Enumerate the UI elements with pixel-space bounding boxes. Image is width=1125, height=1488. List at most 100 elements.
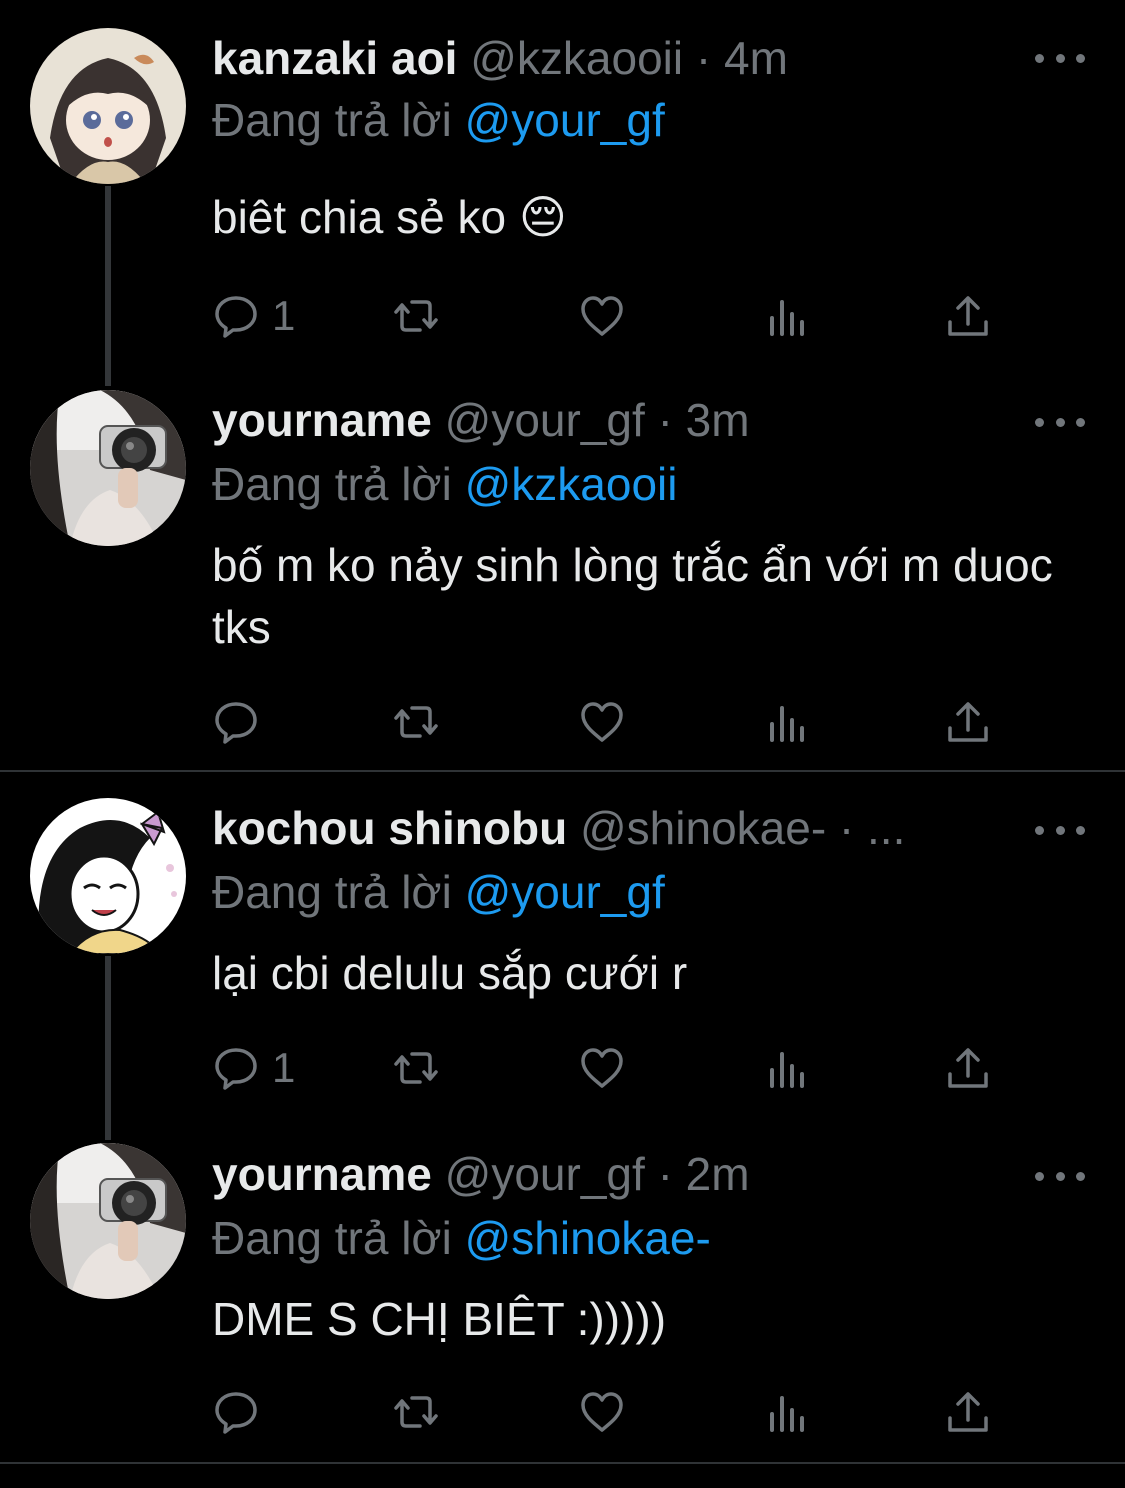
timestamp[interactable]: ... — [867, 802, 905, 854]
heart-icon — [581, 702, 623, 742]
more-dot — [1055, 1171, 1065, 1181]
replying-to-handle-link[interactable]: @your_gf — [465, 94, 665, 146]
share-button[interactable] — [944, 286, 992, 346]
tweet-text: lại cbi delulu sắp cưới r — [212, 947, 688, 999]
like-button[interactable] — [578, 1382, 626, 1442]
user-handle[interactable]: @kzkaooii — [470, 32, 683, 84]
speech-bubble-icon — [215, 296, 257, 338]
avatar-anime-butterfly-girl-icon — [30, 798, 186, 954]
display-name[interactable]: yourname — [212, 1148, 432, 1200]
tweet-actions: 1 — [212, 286, 1012, 346]
retweet-icon — [394, 706, 438, 738]
tweet-text: DME S CHỊ BIÊT :))))) — [212, 1293, 667, 1345]
avatar[interactable] — [30, 28, 186, 184]
like-button[interactable] — [578, 692, 626, 752]
share-upload-icon — [948, 1048, 988, 1088]
views-button[interactable] — [762, 286, 810, 346]
more-dot — [1076, 53, 1085, 63]
views-button[interactable] — [762, 1038, 810, 1098]
share-button[interactable] — [944, 692, 992, 752]
replying-to-handle-link[interactable]: @your_gf — [465, 866, 665, 918]
more-dot — [1035, 417, 1044, 427]
views-button[interactable] — [762, 692, 810, 752]
speech-bubble-icon — [215, 702, 257, 744]
timestamp[interactable]: 3m — [686, 394, 750, 446]
heart-icon — [581, 1392, 623, 1432]
retweet-button[interactable] — [392, 286, 440, 346]
avatar[interactable] — [30, 1143, 186, 1299]
retweet-icon — [394, 300, 438, 332]
more-dot — [1035, 1171, 1044, 1181]
tweet-header: kochou shinobu @shinokae- · ... — [212, 798, 975, 858]
reply-button[interactable]: 1 — [212, 286, 295, 346]
tweet-actions — [212, 1382, 1012, 1442]
replying-to-label: Đang trả lời — [212, 1212, 452, 1264]
more-dot — [1055, 417, 1065, 427]
avatar[interactable] — [30, 390, 186, 546]
reply-count: 1 — [272, 292, 296, 339]
share-button[interactable] — [944, 1382, 992, 1442]
replying-to-label: Đang trả lời — [212, 94, 452, 146]
replying-to: Đang trả lời @shinokae- — [212, 1208, 711, 1268]
speech-bubble-icon — [215, 1392, 257, 1434]
bar-chart-icon — [770, 300, 804, 336]
heart-icon — [581, 296, 623, 336]
avatar[interactable] — [30, 798, 186, 954]
share-upload-icon — [948, 702, 988, 742]
reply-button[interactable]: 1 — [212, 1038, 295, 1098]
display-name[interactable]: kochou shinobu — [212, 802, 567, 854]
replying-to-handle-link[interactable]: @shinokae- — [465, 1212, 711, 1264]
reply-button[interactable] — [212, 1382, 272, 1442]
thread-divider — [0, 1462, 1125, 1464]
replying-to: Đang trả lời @your_gf — [212, 90, 665, 150]
speech-bubble-icon — [215, 1048, 257, 1090]
timestamp[interactable]: 4m — [724, 32, 788, 84]
avatar-anime-girl-icon — [30, 28, 186, 184]
tweet-header: yourname @your_gf · 2m — [212, 1144, 975, 1204]
user-handle[interactable]: @your_gf — [445, 1148, 645, 1200]
tweet-actions: 1 — [212, 1038, 1012, 1098]
bar-chart-icon — [770, 1396, 804, 1432]
avatar-camera-selfie-icon — [30, 390, 186, 546]
tweet-header: yourname @your_gf · 3m — [212, 390, 975, 450]
retweet-button[interactable] — [392, 1038, 440, 1098]
retweet-icon — [394, 1052, 438, 1084]
tweet-text: biêt chia sẻ ko 😔 — [212, 191, 567, 243]
more-options-button[interactable] — [1035, 48, 1085, 68]
user-handle[interactable]: @shinokae- — [580, 802, 826, 854]
replying-to-label: Đang trả lời — [212, 866, 452, 918]
more-dot — [1055, 53, 1065, 63]
tweet-text: bố m ko nảy sinh lòng trắc ẩn với m duoc… — [212, 539, 1053, 653]
more-dot — [1035, 53, 1044, 63]
tweet-header: kanzaki aoi @kzkaooii · 4m — [212, 28, 975, 88]
more-options-button[interactable] — [1035, 1166, 1085, 1186]
display-name[interactable]: kanzaki aoi — [212, 32, 457, 84]
user-handle[interactable]: @your_gf — [445, 394, 645, 446]
views-button[interactable] — [762, 1382, 810, 1442]
share-upload-icon — [948, 296, 988, 336]
more-dot — [1076, 1171, 1085, 1181]
separator-dot: · — [838, 802, 855, 854]
display-name[interactable]: yourname — [212, 394, 432, 446]
like-button[interactable] — [578, 1038, 626, 1098]
retweet-button[interactable] — [392, 692, 440, 752]
more-dot — [1035, 825, 1044, 835]
share-button[interactable] — [944, 1038, 992, 1098]
more-dot — [1076, 417, 1085, 427]
like-button[interactable] — [578, 286, 626, 346]
retweet-icon — [394, 1396, 438, 1428]
thread-connector-line — [105, 956, 111, 1140]
reply-count: 1 — [272, 1044, 296, 1091]
avatar-camera-selfie-icon — [30, 1143, 186, 1299]
separator-dot: · — [695, 32, 712, 84]
more-options-button[interactable] — [1035, 820, 1085, 840]
retweet-button[interactable] — [392, 1382, 440, 1442]
replying-to-handle-link[interactable]: @kzkaooii — [465, 458, 678, 510]
reply-button[interactable] — [212, 692, 272, 752]
timestamp[interactable]: 2m — [686, 1148, 750, 1200]
more-options-button[interactable] — [1035, 412, 1085, 432]
replying-to: Đang trả lời @your_gf — [212, 862, 665, 922]
bar-chart-icon — [770, 1052, 804, 1088]
bar-chart-icon — [770, 706, 804, 742]
thread-divider — [0, 770, 1125, 772]
